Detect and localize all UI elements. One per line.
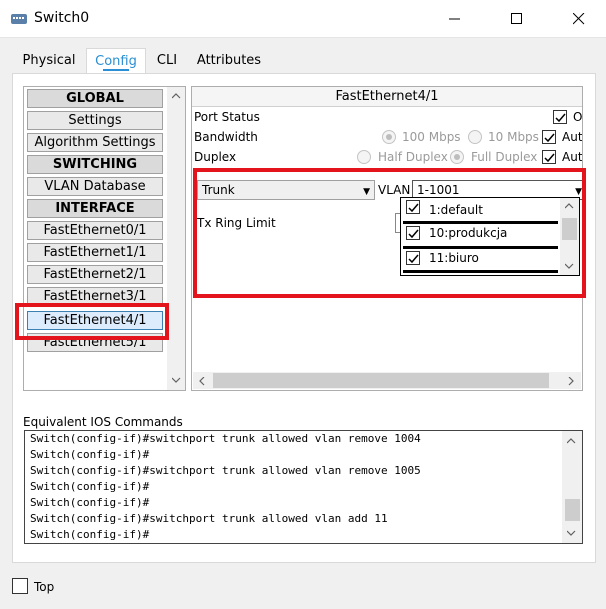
top-checkbox[interactable] xyxy=(12,578,28,594)
scroll-left-icon[interactable] xyxy=(199,377,205,386)
ios-line: Switch(config-if)# xyxy=(30,480,150,493)
half-duplex-label: Half Duplex xyxy=(378,150,448,164)
bandwidth-100-label: 100 Mbps xyxy=(402,130,461,144)
minimize-icon xyxy=(449,18,460,20)
ios-commands-console[interactable]: Switch(config-if)#switchport trunk allow… xyxy=(24,430,583,544)
tab-bar: Physical Config CLI Attributes xyxy=(12,48,270,74)
title-bar: Switch0 xyxy=(0,0,606,38)
nav-header-interface: INTERFACE xyxy=(27,199,163,218)
tab-attributes-label: Attributes xyxy=(196,53,262,68)
tab-config-label: Config xyxy=(95,54,137,69)
port-status-label: Port Status xyxy=(194,110,260,124)
ios-line: Switch(config-if)# xyxy=(30,448,150,461)
nav-item-fa0-1[interactable]: FastEthernet0/1 xyxy=(27,221,163,240)
ios-line: Switch(config-if)#switchport trunk allow… xyxy=(30,464,421,477)
bandwidth-10-radio[interactable] xyxy=(468,130,482,144)
bandwidth-100-radio[interactable] xyxy=(382,130,396,144)
config-nav-list: GLOBAL Settings Algorithm Settings SWITC… xyxy=(23,86,186,391)
half-duplex-radio[interactable] xyxy=(357,150,371,164)
nav-item-fa2-1[interactable]: FastEthernet2/1 xyxy=(27,265,163,284)
checkmark-icon xyxy=(555,113,566,123)
ios-line: Switch(config-if)#switchport trunk allow… xyxy=(30,512,388,525)
nav-scrollbar[interactable] xyxy=(167,87,185,390)
checkmark-icon xyxy=(544,133,555,143)
tab-cli-label: CLI xyxy=(156,53,178,68)
switch-app-icon xyxy=(11,14,27,24)
nav-item-algorithm-settings[interactable]: Algorithm Settings xyxy=(27,133,163,152)
nav-header-switching: SWITCHING xyxy=(27,155,163,174)
duplex-auto-label: Aut xyxy=(562,150,583,164)
highlight-box-interface xyxy=(15,303,169,340)
scroll-up-icon[interactable] xyxy=(172,93,181,99)
hscroll-thumb[interactable] xyxy=(213,373,549,388)
bandwidth-label: Bandwidth xyxy=(194,130,258,144)
nav-item-vlan-database[interactable]: VLAN Database xyxy=(27,177,163,196)
ios-line: Switch(config-if)# xyxy=(30,496,150,509)
tab-config[interactable]: Config xyxy=(86,48,146,74)
port-status-on-label: O xyxy=(573,110,583,124)
ios-scroll-thumb[interactable] xyxy=(565,499,580,521)
checkmark-icon xyxy=(544,153,555,163)
ios-scrollbar[interactable] xyxy=(562,431,582,543)
nav-item-settings[interactable]: Settings xyxy=(27,111,163,130)
scroll-down-icon[interactable] xyxy=(172,377,181,383)
full-duplex-label: Full Duplex xyxy=(471,150,538,164)
close-icon xyxy=(573,13,585,25)
tab-cli[interactable]: CLI xyxy=(146,48,188,74)
scroll-up-icon[interactable] xyxy=(567,438,576,444)
nav-item-fa1-1[interactable]: FastEthernet1/1 xyxy=(27,243,163,262)
interface-hscrollbar[interactable] xyxy=(193,372,581,389)
duplex-auto-checkbox[interactable] xyxy=(542,150,556,164)
maximize-icon xyxy=(511,13,522,24)
close-button[interactable] xyxy=(556,0,602,38)
bandwidth-auto-label: Aut xyxy=(562,130,583,144)
ios-line: Switch(config-if)#switchport trunk allow… xyxy=(30,432,421,445)
scroll-down-icon[interactable] xyxy=(567,530,576,536)
window-title: Switch0 xyxy=(34,10,90,26)
highlight-box-trunk-vlans xyxy=(193,168,586,298)
tab-physical[interactable]: Physical xyxy=(12,48,86,74)
scroll-right-icon[interactable] xyxy=(568,377,574,386)
ios-line: Switch(config-if)# xyxy=(30,528,150,541)
top-label: Top xyxy=(34,580,55,594)
duplex-label: Duplex xyxy=(194,150,237,164)
minimize-button[interactable] xyxy=(432,0,478,38)
maximize-button[interactable] xyxy=(494,0,540,38)
bandwidth-10-label: 10 Mbps xyxy=(488,130,539,144)
interface-title: FastEthernet4/1 xyxy=(192,87,582,107)
tab-attributes[interactable]: Attributes xyxy=(188,48,270,74)
bandwidth-auto-checkbox[interactable] xyxy=(542,130,556,144)
full-duplex-radio[interactable] xyxy=(450,150,464,164)
ios-commands-label: Equivalent IOS Commands xyxy=(23,415,183,429)
nav-header-global: GLOBAL xyxy=(27,89,163,108)
port-status-checkbox[interactable] xyxy=(553,110,567,124)
tab-physical-label: Physical xyxy=(22,53,76,68)
